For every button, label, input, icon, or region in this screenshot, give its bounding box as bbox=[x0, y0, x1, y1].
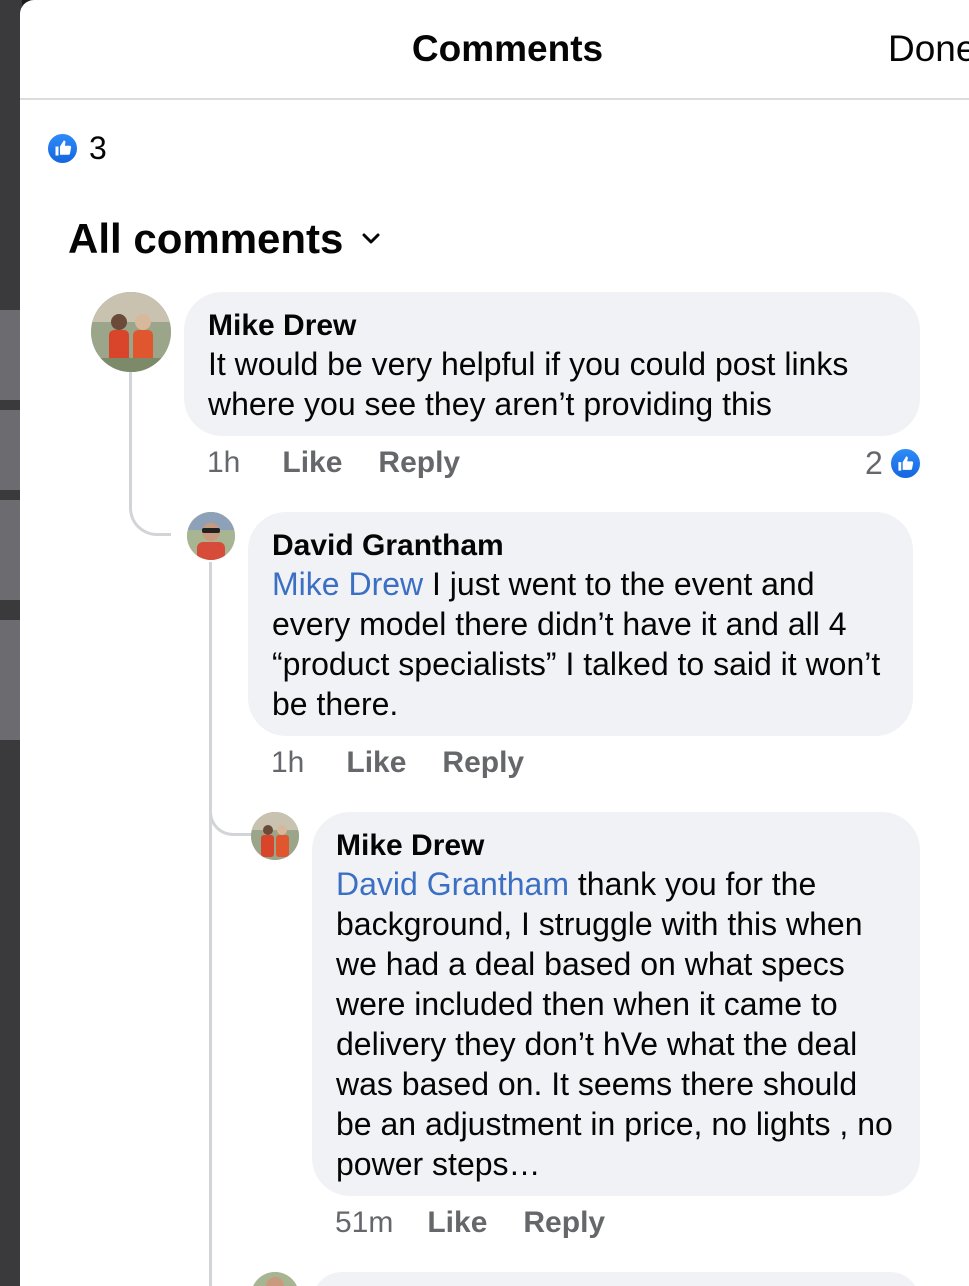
thread-line bbox=[209, 800, 251, 836]
avatar[interactable] bbox=[251, 1272, 299, 1286]
comment-author[interactable]: David Grantham bbox=[272, 528, 889, 564]
comment-bubble[interactable]: David Grantham Mike Drew I just went to … bbox=[248, 512, 913, 736]
comment-author[interactable]: Mike Drew bbox=[336, 828, 896, 864]
comment-actions: 1h Like Reply bbox=[207, 446, 460, 480]
comment-filter-dropdown[interactable]: All comments bbox=[68, 215, 381, 263]
background-fragment bbox=[0, 620, 22, 740]
comment-body: It would be very helpful if you could po… bbox=[208, 346, 849, 422]
comment-bubble[interactable]: Mike Drew It would be very helpful if yo… bbox=[184, 292, 920, 436]
comment-actions: 51m Like Reply bbox=[335, 1206, 605, 1240]
comment-timestamp: 51m bbox=[335, 1206, 394, 1239]
avatar[interactable] bbox=[187, 512, 235, 560]
comment-timestamp: 1h bbox=[207, 446, 241, 479]
comment-author[interactable]: Mike Drew bbox=[208, 308, 896, 344]
done-button[interactable]: Done bbox=[888, 28, 969, 70]
like-icon bbox=[46, 131, 79, 165]
comment-like-number: 2 bbox=[865, 445, 883, 481]
reaction-count: 3 bbox=[89, 129, 107, 166]
comment-like-count[interactable]: 2 bbox=[865, 445, 922, 482]
comment-actions: 1h Like Reply bbox=[271, 746, 524, 780]
comment-bubble[interactable] bbox=[312, 1272, 920, 1286]
background-page bbox=[0, 0, 22, 1286]
like-icon bbox=[888, 447, 922, 480]
sheet-header: Comments Done bbox=[20, 0, 969, 100]
comment-body: thank you for the background, I struggle… bbox=[336, 866, 893, 1182]
mention-link[interactable]: Mike Drew bbox=[272, 566, 423, 602]
like-button[interactable]: Like bbox=[282, 446, 342, 480]
background-fragment bbox=[0, 410, 22, 490]
reply-button[interactable]: Reply bbox=[378, 446, 460, 480]
reaction-summary[interactable]: 3 bbox=[46, 130, 107, 166]
avatar[interactable] bbox=[251, 812, 299, 860]
filter-label: All comments bbox=[68, 215, 344, 262]
thread-line bbox=[129, 372, 171, 536]
comment-text: Mike Drew I just went to the event and e… bbox=[272, 564, 889, 724]
thread-line bbox=[209, 562, 212, 1286]
comments-sheet: Comments Done 3 All comments Mike Drew I… bbox=[20, 0, 969, 1286]
reply-button[interactable]: Reply bbox=[523, 1206, 605, 1240]
chevron-down-icon bbox=[361, 232, 381, 251]
background-fragment bbox=[0, 310, 22, 400]
reply-button[interactable]: Reply bbox=[442, 746, 524, 780]
mention-link[interactable]: David Grantham bbox=[336, 866, 569, 902]
page-title: Comments bbox=[411, 28, 604, 69]
like-button[interactable]: Like bbox=[346, 746, 406, 780]
comment-text: David Grantham thank you for the backgro… bbox=[336, 864, 896, 1184]
background-fragment bbox=[0, 500, 22, 600]
comment-bubble[interactable]: Mike Drew David Grantham thank you for t… bbox=[312, 812, 920, 1196]
comment-text: It would be very helpful if you could po… bbox=[208, 344, 896, 424]
comment-timestamp: 1h bbox=[271, 746, 305, 779]
avatar[interactable] bbox=[91, 292, 171, 372]
like-button[interactable]: Like bbox=[427, 1206, 487, 1240]
